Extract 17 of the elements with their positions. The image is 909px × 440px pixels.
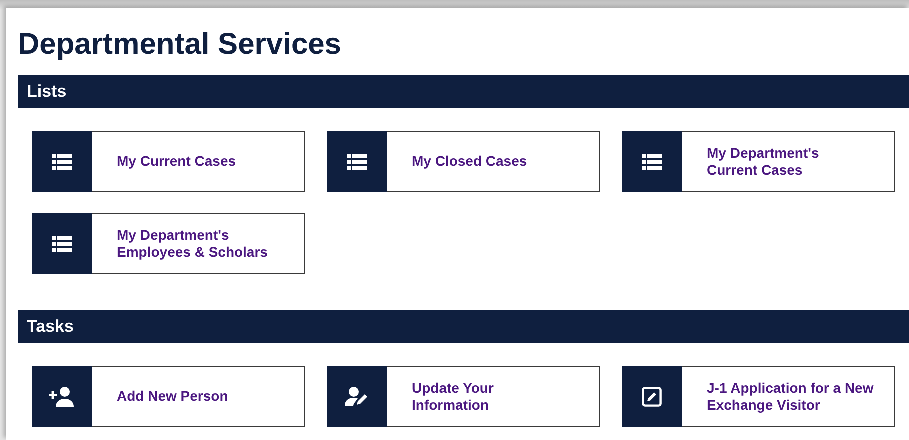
- add-person-icon: [49, 386, 75, 406]
- edit-icon: [642, 386, 662, 406]
- card-link[interactable]: Add New Person: [32, 366, 305, 427]
- list-icon: [52, 236, 72, 252]
- list-icon: [347, 154, 367, 170]
- card-link[interactable]: My Current Cases: [32, 131, 305, 192]
- card-link[interactable]: My Department's Employees & Scholars: [32, 213, 305, 274]
- list-icon: [52, 154, 72, 170]
- section-heading: Tasks: [27, 316, 74, 336]
- card-link[interactable]: My Closed Cases: [327, 131, 600, 192]
- card-link[interactable]: Update Your Information: [327, 366, 600, 427]
- card-link[interactable]: My Department's Current Cases: [622, 131, 895, 192]
- section-heading: Lists: [27, 82, 67, 102]
- page-title: Departmental Services: [18, 28, 342, 62]
- person-edit-icon: [345, 386, 369, 406]
- card-link[interactable]: J-1 Application for a New Exchange Visitor: [622, 366, 895, 427]
- list-icon: [642, 154, 662, 170]
